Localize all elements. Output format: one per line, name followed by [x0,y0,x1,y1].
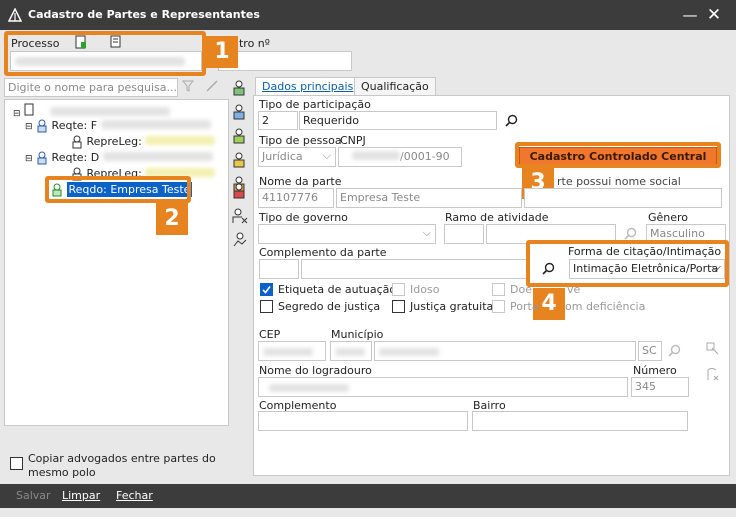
numero-input[interactable]: 345 [631,377,689,397]
idoso-checkbox[interactable] [392,283,405,296]
complemento-input[interactable] [258,411,468,431]
cnpj-label: CNPJ [340,134,366,147]
document-icon [24,103,38,119]
copiar-advogados-label: Copiar advogados entre partes do mesmo p… [28,452,216,479]
complemento-parte-code[interactable] [259,259,299,279]
callout-4-frame [526,240,729,287]
doente-checkbox[interactable] [492,283,505,296]
nome-parte-label: Nome da parte [259,175,342,188]
tree-root[interactable]: ⊟ [13,103,170,119]
close-icon[interactable]: ✕ [702,4,726,26]
callout-2-frame [45,176,191,203]
minimize-icon[interactable]: — [678,4,702,26]
nome-parte-input[interactable]: Empresa Teste [336,188,522,208]
justica-gratuita-label: Justiça gratuita [410,300,494,313]
cep-label: CEP [259,328,281,341]
tipo-pessoa-select[interactable]: Jurídica ⌵ [258,147,336,167]
copiar-advogados-checkbox[interactable] [10,457,23,470]
search-icon[interactable] [668,344,681,360]
idoso-label: Idoso [410,283,440,296]
cnpj-input[interactable]: /0001-90 [338,147,462,167]
ramo-atividade-label: Ramo de atividade [445,211,549,224]
complemento-parte-label: Complemento da parte [259,246,387,259]
person-blue-icon [36,119,48,133]
footer-bar: Salvar Limpar Fechar [0,484,736,508]
add-person-blue-icon[interactable] [232,104,248,122]
filter-icon[interactable] [181,80,195,95]
ramo-atividade-code[interactable] [444,224,484,244]
tipo-participacao-input[interactable]: Requerido [299,111,497,130]
municipio-code[interactable] [330,341,372,361]
tipo-pessoa-value: Jurídica [262,150,303,163]
municipio-input[interactable] [374,341,636,361]
uf-input[interactable]: SC [638,341,662,361]
callout-1-frame [4,31,206,76]
address-lookup-icon[interactable] [704,340,720,359]
doente-label: Doe [510,283,532,296]
tipo-governo-select[interactable]: ⌵ [258,224,436,244]
hand-person-icon[interactable] [232,232,248,250]
person-icon [71,135,83,149]
complemento-parte-input[interactable] [301,259,529,279]
tree-item-reqte-1[interactable]: ⊟ Reqte: F [25,119,211,133]
person-blue-icon [36,151,48,165]
chevron-down-icon: ⌵ [422,226,431,239]
tree-item-label: Reqte: D [51,151,100,164]
etiqueta-label: Etiqueta de autuação [278,283,397,296]
nome-social-input[interactable] [524,188,722,208]
callout-3-frame [515,142,721,168]
doente-label-tail: ve [567,283,581,296]
title-bar: Cadastro de Partes e Representantes — ✕ [0,0,736,30]
tab-dados-principais[interactable]: Dados principais [255,77,361,96]
etiqueta-checkbox[interactable] [260,283,273,296]
search-icon[interactable] [505,114,518,130]
tipo-participacao-label: Tipo de participação [259,98,371,111]
genero-label: Gênero [648,211,689,224]
remove-person-icon[interactable] [232,208,248,226]
tipo-governo-label: Tipo de governo [259,211,348,224]
callout-1-badge: 1 [206,36,238,68]
chevron-down-icon: ⌵ [322,149,331,162]
tipo-participacao-code[interactable]: 2 [258,111,298,130]
cnpj-value: /0001-90 [400,150,450,163]
cep-input[interactable] [258,341,326,361]
tree-item-label: RepreLeg: [86,135,142,148]
add-person-yellow-icon[interactable] [232,152,248,170]
nome-social-label: rte possui nome social [557,175,681,188]
tree-item-repreleg-1[interactable]: RepreLeg: [71,135,216,149]
genero-value: Masculino [650,227,705,240]
tab-qualificacao[interactable]: Qualificação [354,77,436,96]
justica-gratuita-checkbox[interactable] [392,300,405,313]
broom-icon[interactable] [205,80,219,95]
segredo-checkbox[interactable] [260,300,273,313]
tree-collapse-icon[interactable]: ⊟ [13,109,21,119]
tree-item-reqte-2[interactable]: ⊟ Reqte: D [25,151,213,165]
callout-2-badge: 2 [156,203,188,235]
tree-search-input[interactable]: Digite o nome para pesquisa... [4,78,178,97]
nome-parte-code[interactable]: 41107776 [258,188,334,208]
add-person-red-icon[interactable] [232,183,248,201]
segredo-label: Segredo de justiça [278,300,381,313]
app-logo-icon [7,7,23,25]
fechar-button[interactable]: Fechar [116,489,153,502]
tipo-pessoa-label: Tipo de pessoa [259,134,342,147]
window-title: Cadastro de Partes e Representantes [28,8,260,21]
portador-label: Porta [510,300,539,313]
portador-checkbox[interactable] [492,300,505,313]
logradouro-label: Nome do logradouro [259,364,372,377]
map-pin-icon[interactable] [704,366,720,385]
add-person-green-2-icon[interactable] [232,128,248,146]
parties-tree: ⊟ ⊟ Reqte: F RepreLeg: ⊟ Reqte: D RepreL… [4,99,229,426]
tree-item-label: Reqte: F [51,119,98,132]
numero-label: Número [633,364,677,377]
limpar-button[interactable]: Limpar [62,489,100,502]
municipio-label: Município [331,328,384,341]
outro-numero-input[interactable] [218,51,352,71]
bairro-input[interactable] [472,411,688,431]
add-person-green-icon[interactable] [232,80,248,98]
salvar-button[interactable]: Salvar [16,489,51,502]
deficiencia-label: om deficiência [565,300,646,313]
logradouro-input[interactable] [258,377,628,397]
